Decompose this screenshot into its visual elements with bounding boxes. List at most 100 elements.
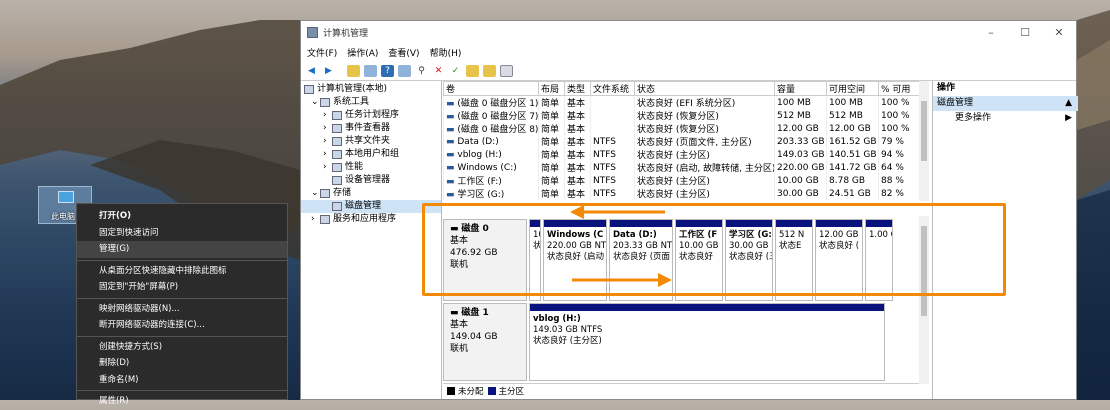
volume-icon: ▬ [446, 112, 458, 122]
tree-item-root[interactable]: 计算机管理(本地) [301, 83, 441, 96]
properties-icon[interactable] [398, 64, 411, 77]
table-row[interactable]: ▬ 学习区 (G:) 简单 基本 NTFS 状态良好 (主分区) 30.00 GB 24.5… [443, 187, 920, 200]
table-cell: 状态良好 (页面文件, 主分区) [634, 135, 775, 148]
col-percent-free[interactable]: % 可用 [878, 81, 920, 96]
menu-item-disconnect-drive[interactable]: 断开网络驱动器的连接(C)... [77, 317, 287, 334]
menu-item-properties[interactable]: 属性(R) [77, 393, 287, 410]
menu-item-open[interactable]: 打开(O) [77, 208, 287, 225]
disk-1-info[interactable]: ▬ 磁盘 1 基本 149.04 GB 联机 [443, 303, 527, 381]
tree-item-performance[interactable]: › 性能 [301, 161, 441, 174]
maximize-button[interactable]: ☐ [1008, 26, 1042, 39]
tree-item-task-scheduler[interactable]: › 任务计划程序 [301, 109, 441, 122]
table-cell: 8.78 GB [826, 174, 879, 187]
menu-file[interactable]: 文件(F) [307, 46, 337, 59]
table-cell: 基本 [564, 161, 591, 174]
help-icon[interactable]: ? [381, 64, 394, 77]
volume-icon: ▬ [446, 136, 458, 147]
menu-item-pin-quick-access[interactable]: 固定到快速访问 [77, 225, 287, 242]
table-row[interactable]: ▬ vblog (H:) 简单 基本 NTFS 状态良好 (主分区) 149.03 GB 1… [443, 148, 920, 161]
actions-disk-management[interactable]: 磁盘管理 ▲ [933, 96, 1078, 111]
menu-separator [77, 390, 287, 391]
storage-icon [320, 189, 330, 198]
table-cell: 82 % [878, 187, 920, 200]
delete-icon[interactable]: ✕ [432, 65, 445, 77]
table-row[interactable]: ▬ (磁盘 0 磁盘分区 8) 简单 基本 状态良好 (恢复分区) 12.00 GB 12… [443, 122, 920, 135]
menu-item-delete[interactable]: 删除(D) [77, 355, 287, 372]
forward-icon[interactable]: ▶ [322, 65, 335, 77]
table-cell: 100 % [878, 95, 920, 109]
check-icon[interactable]: ✓ [449, 65, 462, 77]
search-icon[interactable] [483, 64, 496, 77]
table-cell: 79 % [878, 135, 920, 148]
title-bar: 计算机管理 – ☐ ✕ [301, 21, 1076, 43]
col-layout[interactable]: 布局 [538, 81, 565, 96]
table-cell: 简单 [538, 95, 565, 109]
navigation-tree: 计算机管理(本地) ⌄ 系统工具 › 任务计划程序 › 事件查看器 › 共享文件夹 › 本… [301, 81, 442, 399]
tree-item-event-viewer[interactable]: › 事件查看器 [301, 122, 441, 135]
tree-item-disk-management[interactable]: 磁盘管理 [301, 200, 441, 213]
volume-list-scrollbar[interactable] [919, 81, 929, 201]
col-volume[interactable]: 卷 [443, 81, 539, 96]
volume-icon: ▬ [446, 162, 458, 173]
table-cell: 状态良好 (恢复分区) [634, 122, 775, 135]
table-cell [590, 122, 635, 135]
table-cell: NTFS [590, 161, 635, 174]
table-row[interactable]: ▬ 工作区 (F:) 简单 基本 NTFS 状态良好 (主分区) 10.00 GB 8.78… [443, 174, 920, 187]
tree-item-system-tools[interactable]: ⌄ 系统工具 [301, 96, 441, 109]
col-status[interactable]: 状态 [634, 81, 775, 96]
menu-help[interactable]: 帮助(H) [430, 46, 462, 59]
close-button[interactable]: ✕ [1042, 26, 1076, 39]
menu-separator [77, 259, 287, 261]
menu-item-pin-start[interactable]: 固定到"开始"屏幕(P) [77, 279, 287, 296]
table-cell: 88 % [878, 174, 920, 187]
open-icon[interactable] [466, 64, 479, 77]
menu-view[interactable]: 查看(V) [388, 46, 419, 59]
table-cell: 161.52 GB [826, 135, 879, 148]
actions-more[interactable]: 更多操作 ▶ [933, 111, 1078, 126]
col-filesystem[interactable]: 文件系统 [590, 81, 635, 96]
table-cell: 100 MB [826, 95, 879, 109]
show-tree-icon[interactable] [364, 64, 377, 77]
menu-bar: 文件(F) 操作(A) 查看(V) 帮助(H) [301, 43, 1076, 61]
table-cell: NTFS [590, 135, 635, 148]
device-icon [332, 176, 342, 185]
tree-item-storage[interactable]: ⌄ 存储 [301, 187, 441, 200]
menu-item-exclude-icon[interactable]: 从桌面分区快速隐藏中排除此图标 [77, 263, 287, 280]
col-type[interactable]: 类型 [564, 81, 591, 96]
partition-vblog[interactable]: vblog (H:) 149.03 GB NTFS 状态良好 (主分区) [529, 303, 885, 381]
table-row[interactable]: ▬ (磁盘 0 磁盘分区 7) 简单 基本 状态良好 (恢复分区) 512 MB 512 … [443, 109, 920, 122]
back-icon[interactable]: ◀ [305, 65, 318, 77]
folder-up-icon[interactable] [347, 64, 360, 77]
table-row[interactable]: ▬ Windows (C:) 简单 基本 NTFS 状态良好 (启动, 故障转储, 主分… [443, 161, 920, 174]
tree-item-shared-folders[interactable]: › 共享文件夹 [301, 135, 441, 148]
minimize-button[interactable]: – [974, 26, 1008, 39]
volume-icon: ▬ [446, 149, 458, 160]
table-cell: 简单 [538, 161, 565, 174]
menu-item-rename[interactable]: 重命名(M) [77, 372, 287, 389]
clock-icon [332, 111, 342, 120]
table-cell: 基本 [564, 174, 591, 187]
tree-item-local-users[interactable]: › 本地用户和组 [301, 148, 441, 161]
menu-item-map-drive[interactable]: 映射网络驱动器(N)... [77, 301, 287, 318]
tools-icon [320, 98, 330, 107]
table-row[interactable]: ▬ Data (D:) 简单 基本 NTFS 状态良好 (页面文件, 主分区) 203.3… [443, 135, 920, 148]
col-capacity[interactable]: 容量 [774, 81, 827, 96]
table-row[interactable]: ▬ (磁盘 0 磁盘分区 1) 简单 基本 状态良好 (EFI 系统分区) 100 MB… [443, 95, 920, 109]
services-icon [320, 215, 330, 224]
disk-icon: ▬ [450, 308, 462, 318]
col-free-space[interactable]: 可用空间 [826, 81, 879, 96]
legend-swatch-unallocated [447, 386, 455, 395]
scrollbar-thumb[interactable] [921, 101, 927, 161]
menu-action[interactable]: 操作(A) [347, 46, 378, 59]
tree-item-device-manager[interactable]: 设备管理器 [301, 174, 441, 187]
connect-icon[interactable]: ⚲ [415, 65, 428, 77]
menu-item-create-shortcut[interactable]: 创建快捷方式(S) [77, 339, 287, 356]
menu-item-manage[interactable]: 管理(G) [77, 241, 287, 258]
list-view-icon[interactable] [500, 64, 513, 77]
table-cell: 149.03 GB [774, 148, 827, 161]
table-cell: ▬ 工作区 (F:) [443, 174, 539, 187]
table-cell: 状态良好 (EFI 系统分区) [634, 95, 775, 109]
legend: 未分配 主分区 [443, 383, 919, 397]
table-cell: 简单 [538, 174, 565, 187]
tree-item-services[interactable]: › 服务和应用程序 [301, 213, 441, 226]
